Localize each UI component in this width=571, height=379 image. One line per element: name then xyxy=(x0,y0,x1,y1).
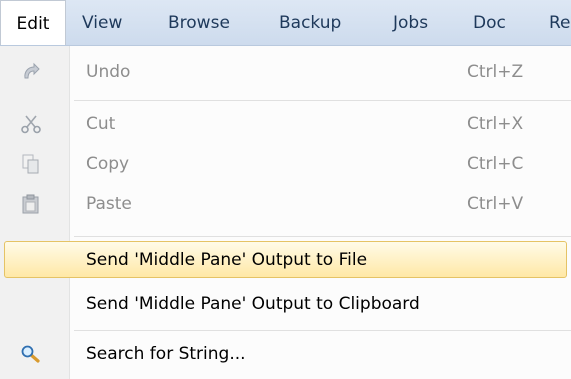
menu-bar: Edit View Browse Backup Jobs Doc Re xyxy=(0,0,571,46)
scissors-icon xyxy=(20,114,42,134)
menu-item-label: Send 'Middle Pane' Output to Clipboard xyxy=(86,294,420,314)
menu-item-label: Search for String... xyxy=(86,344,246,364)
menu-doc[interactable]: Doc xyxy=(473,0,506,45)
menu-re[interactable]: Re xyxy=(549,0,571,45)
menu-item-label: Paste xyxy=(86,194,132,214)
menu-jobs[interactable]: Jobs xyxy=(393,0,428,45)
separator xyxy=(74,330,571,331)
menu-item-paste[interactable]: Paste Ctrl+V xyxy=(0,184,571,224)
menu-item-undo[interactable]: Undo Ctrl+Z xyxy=(0,52,571,92)
menu-item-label: Undo xyxy=(86,62,131,82)
shortcut-label: Ctrl+Z xyxy=(467,62,524,82)
app-window: Edit View Browse Backup Jobs Doc Re Undo… xyxy=(0,0,571,379)
shortcut-label: Ctrl+X xyxy=(467,114,524,134)
menu-item-search-for-string[interactable]: Search for String... xyxy=(0,334,571,374)
menu-item-cut[interactable]: Cut Ctrl+X xyxy=(0,104,571,144)
separator xyxy=(74,100,571,101)
menu-view[interactable]: View xyxy=(82,0,122,45)
separator xyxy=(74,236,571,237)
copy-icon xyxy=(20,154,42,174)
menu-item-copy[interactable]: Copy Ctrl+C xyxy=(0,144,571,184)
undo-icon xyxy=(20,62,42,82)
menu-item-send-to-file[interactable]: Send 'Middle Pane' Output to File xyxy=(0,240,571,280)
menu-item-send-to-clipboard[interactable]: Send 'Middle Pane' Output to Clipboard xyxy=(0,284,571,324)
paste-icon xyxy=(20,194,42,214)
shortcut-label: Ctrl+V xyxy=(467,194,524,214)
menu-item-label: Cut xyxy=(86,114,116,134)
edit-menu-dropdown: Undo Ctrl+Z Cut Ctrl+X Copy Ctrl+C Paste… xyxy=(0,46,571,379)
menu-browse[interactable]: Browse xyxy=(168,0,230,45)
menu-backup[interactable]: Backup xyxy=(279,0,341,45)
shortcut-label: Ctrl+C xyxy=(467,154,524,174)
menu-edit[interactable]: Edit xyxy=(0,0,66,45)
magnifier-icon xyxy=(20,344,42,364)
menu-item-label: Copy xyxy=(86,154,130,174)
menu-item-label: Send 'Middle Pane' Output to File xyxy=(86,250,368,270)
